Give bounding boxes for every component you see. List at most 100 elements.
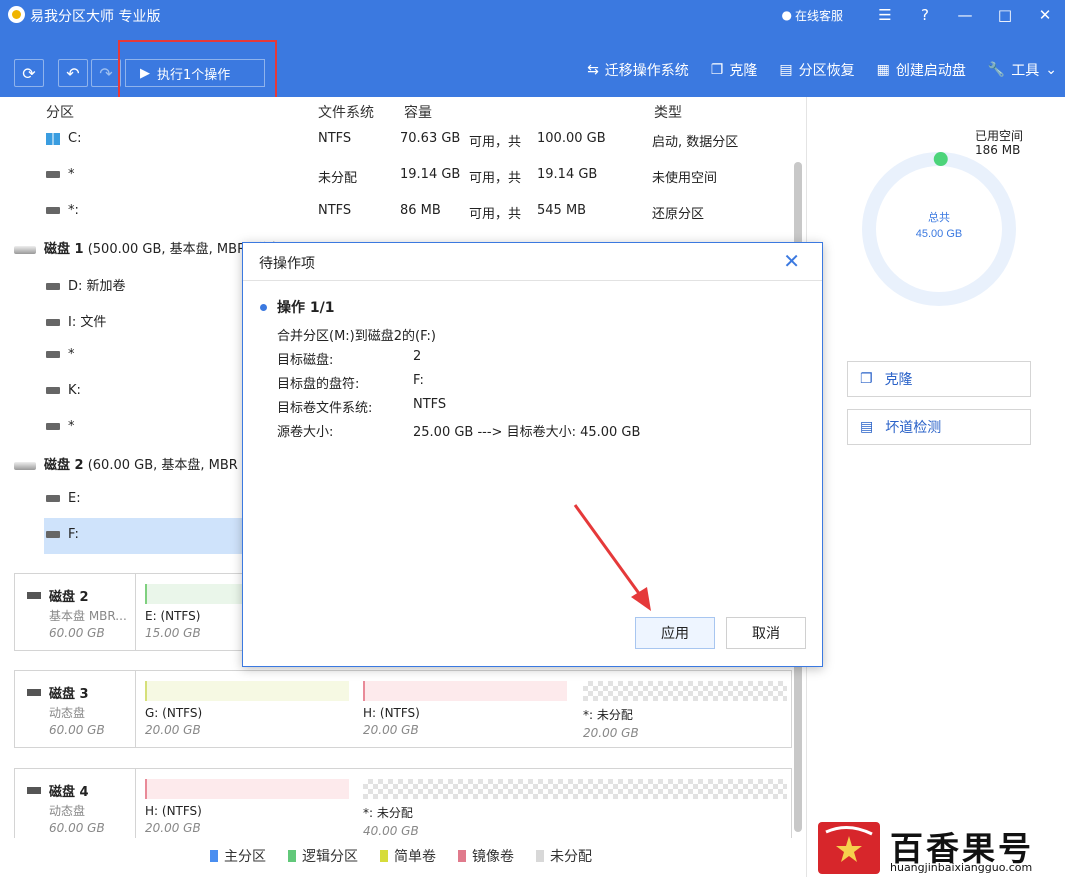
menu-button[interactable]: ☰ (865, 6, 905, 24)
drive-icon (27, 787, 41, 794)
drive-icon (27, 592, 41, 599)
field-label: 源卷大小: (277, 425, 334, 440)
pending-operations-dialog: 待操作项 ✕ 操作 1/1 合并分区(M:)到磁盘2的(F:) 目标磁盘: 2 … (242, 242, 823, 667)
apply-button[interactable]: 应用 (635, 617, 715, 649)
table-row[interactable]: * 未分配 19.14 GB 可用，共 19.14 GB 未使用空间 (0, 158, 790, 194)
surface-test-button[interactable]: ▤ 坏道检测 (847, 409, 1031, 445)
partition-recovery-button[interactable]: ▤ 分区恢复 (779, 60, 854, 80)
create-bootable-button[interactable]: ▦ 创建启动盘 (877, 60, 966, 80)
disk-info: 磁盘 4 动态盘 60.00 GB (15, 769, 136, 838)
disk-map-card[interactable]: 磁盘 4 动态盘 60.00 GB H: (NTFS) 20.00 GB *: … (14, 768, 792, 838)
minimize-button[interactable]: — (945, 6, 985, 24)
drive-icon (27, 689, 41, 696)
partition-block[interactable]: G: (NTFS) 20.00 GB (145, 681, 349, 737)
legend-item: 逻辑分区 (288, 846, 358, 866)
partition-block[interactable]: H: (NTFS) 20.00 GB (363, 681, 567, 737)
online-service-button[interactable]: ● 在线客服 (782, 7, 844, 24)
partition-block[interactable]: *: 未分配 20.00 GB (583, 681, 787, 740)
legend-item: 主分区 (210, 846, 266, 866)
help-button[interactable]: ? (905, 6, 945, 24)
space-donut: 总共 45.00 GB (859, 149, 1019, 313)
disk-icon (14, 245, 36, 254)
drive-icon (46, 171, 60, 178)
disk-2-header[interactable]: 磁盘 2 (60.00 GB, 基本盘, MBR (14, 454, 238, 473)
right-panel: 已用空间 186 MB 总共 45.00 GB ❐ 克隆 ▤ 坏道检测 (806, 97, 1065, 877)
undo-button[interactable]: ↶ (58, 59, 88, 87)
recovery-icon: ▤ (779, 62, 793, 78)
field-value: F: (413, 373, 424, 388)
column-header-filesystem[interactable]: 文件系统 (318, 102, 374, 122)
donut-chart: 总共 45.00 GB (862, 152, 1016, 306)
clone-icon: ❐ (710, 62, 724, 78)
divider (243, 280, 822, 281)
drive-icon (46, 207, 60, 214)
app-logo-icon (8, 6, 25, 23)
field-value: 25.00 GB ---> 目标卷大小: 45.00 GB (413, 425, 641, 440)
column-header-type[interactable]: 类型 (654, 102, 682, 122)
refresh-icon: ⟳ (22, 63, 36, 83)
app-title: 易我分区大师 专业版 (30, 9, 161, 25)
legend-item: 镜像卷 (458, 846, 514, 866)
migrate-os-button[interactable]: ⇆ 迁移操作系统 (587, 60, 689, 80)
window-controls: ● 在线客服 ☰ ? — □ ✕ (782, 4, 1065, 26)
field-value: 2 (413, 349, 422, 364)
legend-item: 简单卷 (380, 846, 436, 866)
field-label: 目标卷文件系统: (277, 401, 373, 416)
bullet-icon (260, 303, 267, 311)
clone-icon: ❐ (860, 371, 873, 387)
headset-icon: ● (781, 8, 792, 22)
legend: 主分区 逻辑分区 简单卷 镜像卷 未分配 (210, 846, 592, 866)
drive-icon (46, 531, 60, 538)
drive-icon (46, 495, 60, 502)
red-arrow-annotation (573, 504, 651, 611)
watermark-url: huangjinbaixiangguo.com (890, 861, 1033, 874)
wrench-icon: 🔧 (987, 62, 1006, 78)
table-row[interactable]: *: NTFS 86 MB 可用，共 545 MB 还原分区 (0, 194, 790, 230)
total-label: 总共 (928, 210, 950, 224)
field-label: 目标盘的盘符: (277, 377, 360, 392)
undo-icon: ↶ (66, 63, 80, 83)
maximize-button[interactable]: □ (985, 6, 1025, 24)
column-header-partition[interactable]: 分区 (46, 102, 74, 122)
disk-info: 磁盘 2 基本盘 MBR... 60.00 GB (15, 574, 136, 650)
chevron-down-icon: ⌄ (1045, 62, 1057, 78)
close-button[interactable]: ✕ (1025, 6, 1065, 24)
operation-heading: 操作 1/1 (260, 297, 334, 317)
field-value: NTFS (413, 397, 447, 412)
close-icon[interactable]: ✕ (783, 249, 800, 273)
drive-icon (46, 351, 60, 358)
disk-icon (14, 461, 36, 470)
dialog-title: 待操作项 (259, 256, 315, 272)
field-label: 目标磁盘: (277, 353, 334, 368)
total-value: 45.00 GB (916, 228, 962, 240)
drive-icon (46, 423, 60, 430)
used-space-marker (933, 152, 948, 167)
surface-test-icon: ▤ (860, 419, 874, 435)
cancel-button[interactable]: 取消 (726, 617, 806, 649)
table-row[interactable]: C: NTFS 70.63 GB 可用，共 100.00 GB 启动, 数据分区 (0, 122, 790, 158)
watermark-logo-icon (818, 822, 880, 874)
legend-item: 未分配 (536, 846, 592, 866)
tools-menu-button[interactable]: 🔧 工具 ⌄ (988, 60, 1057, 80)
windows-icon: ▦ (876, 62, 890, 78)
disk-1-header[interactable]: 磁盘 1 (500.00 GB, 基本盘, MBR, 磁盘 (14, 238, 280, 257)
refresh-button[interactable]: ⟳ (14, 59, 44, 87)
clone-button[interactable]: ❐ 克隆 (711, 60, 758, 80)
drive-icon (46, 319, 60, 326)
windows-drive-icon (46, 132, 60, 145)
disk-info: 磁盘 3 动态盘 60.00 GB (15, 671, 136, 747)
partition-block[interactable]: H: (NTFS) 20.00 GB (145, 779, 349, 835)
side-clone-button[interactable]: ❐ 克隆 (847, 361, 1031, 397)
title-toolbar-bar: 易我分区大师 专业版 ● 在线客服 ☰ ? — □ ✕ ⟳ ↶ ↷ ▶ 执行1个… (0, 0, 1065, 104)
migrate-icon: ⇆ (587, 62, 599, 78)
column-header-capacity[interactable]: 容量 (404, 102, 432, 122)
redo-button[interactable]: ↷ (91, 59, 121, 87)
partition-block[interactable]: *: 未分配 40.00 GB (363, 779, 787, 838)
toolbar-tools: ⇆ 迁移操作系统 ❐ 克隆 ▤ 分区恢复 ▦ 创建启动盘 🔧 工具 ⌄ (587, 60, 1057, 80)
operation-description: 合并分区(M:)到磁盘2的(F:) (277, 329, 437, 344)
execute-highlight-box (118, 40, 277, 104)
disk-map-card[interactable]: 磁盘 3 动态盘 60.00 GB G: (NTFS) 20.00 GB H: … (14, 670, 792, 748)
redo-icon: ↷ (99, 63, 113, 83)
drive-icon (46, 283, 60, 290)
watermark: 百香果号 huangjinbaixiangguo.com (818, 822, 1060, 874)
